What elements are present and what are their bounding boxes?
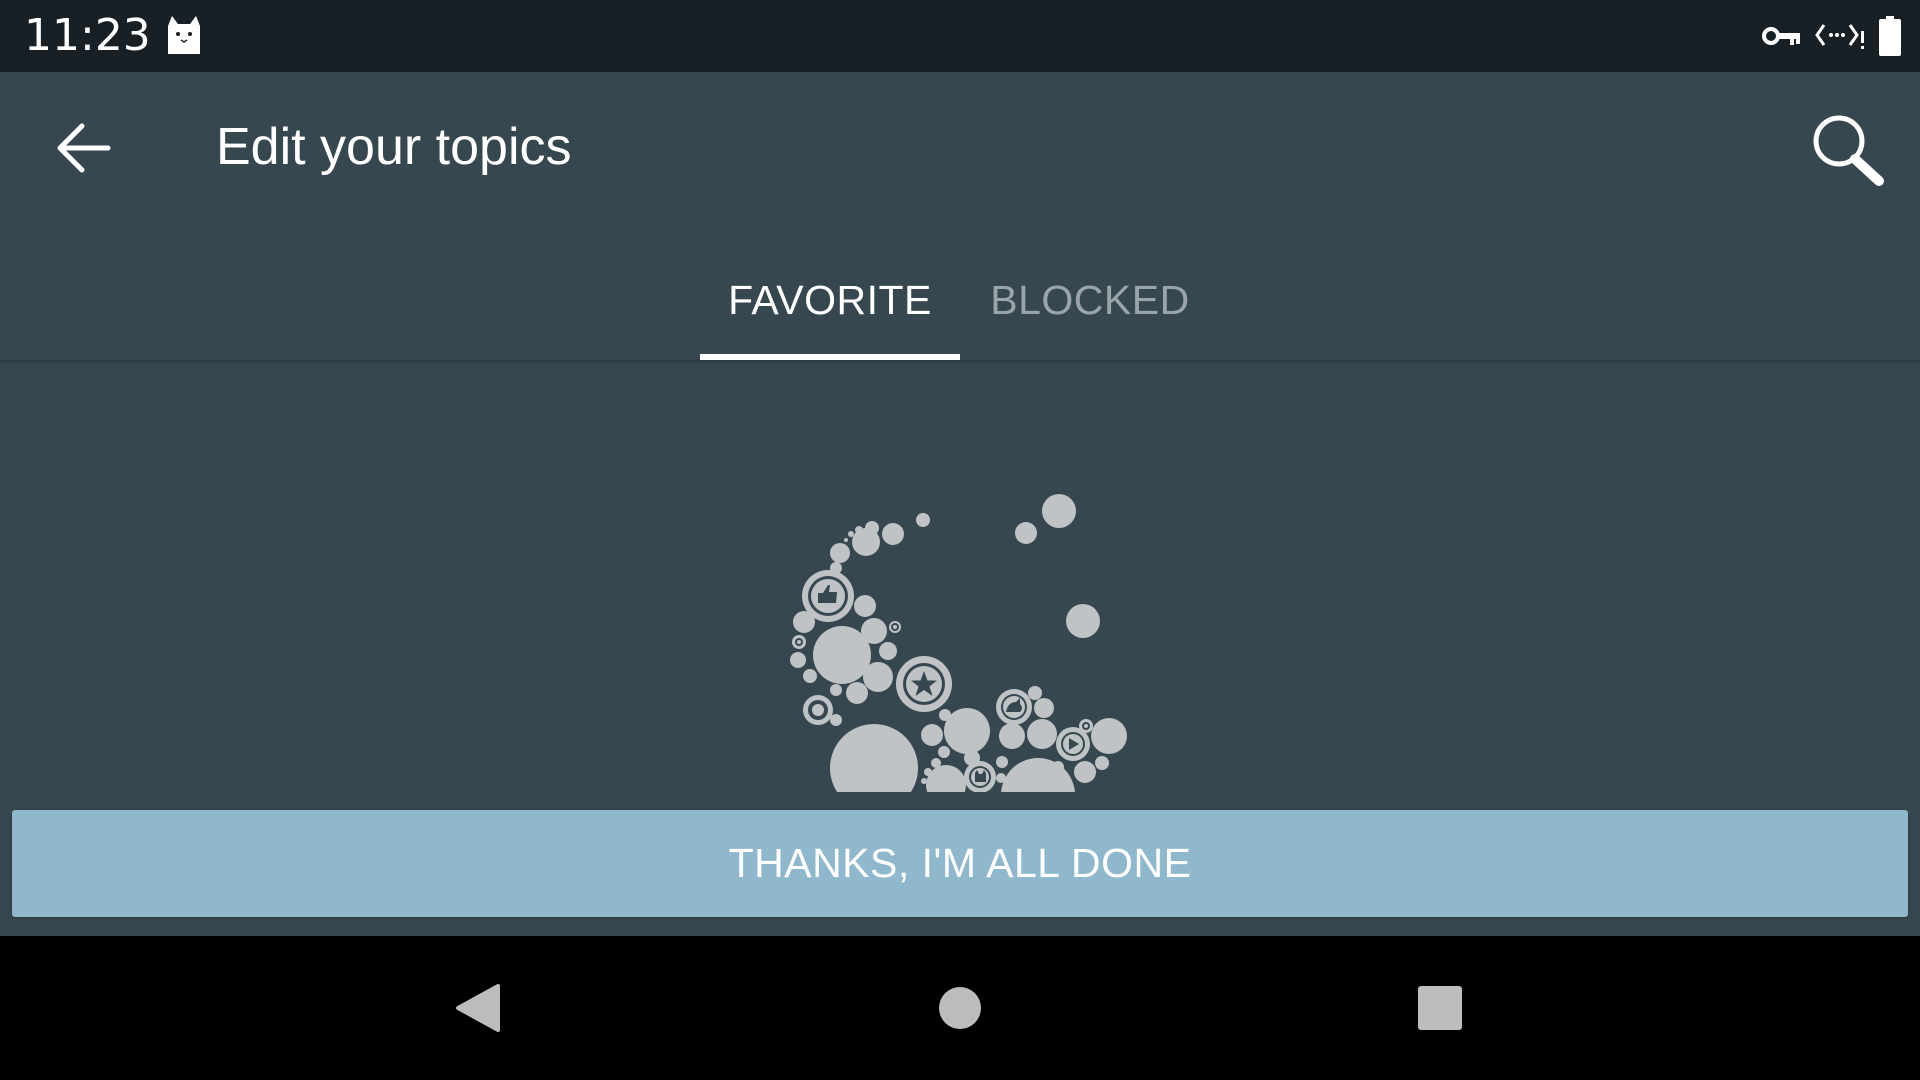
search-icon (1813, 115, 1884, 186)
data-saver-icon (1815, 24, 1864, 49)
tab-bar: FAVORITE BLOCKED (0, 240, 1920, 360)
search-button[interactable] (1802, 104, 1892, 194)
content-area: THANKS, I'M ALL DONE (0, 360, 1920, 936)
status-bar: 11:23 (0, 0, 1920, 72)
nav-home-button[interactable] (920, 968, 1000, 1048)
done-button[interactable]: THANKS, I'M ALL DONE (12, 810, 1908, 917)
status-icons (1762, 14, 1902, 58)
back-button[interactable] (48, 112, 120, 184)
status-time: 11:23 (24, 10, 151, 61)
nav-back-icon (456, 984, 500, 1032)
nav-recents-icon (1418, 986, 1462, 1030)
arrow-back-icon (57, 123, 111, 173)
screen: 11:23 Edit your topics FAVORITE BLOCKED … (0, 0, 1920, 1080)
nav-bar (0, 936, 1920, 1080)
nav-back-button[interactable] (438, 968, 518, 1048)
page-title: Edit your topics (216, 118, 572, 176)
tab-blocked[interactable]: BLOCKED (960, 240, 1220, 360)
nav-recents-button[interactable] (1400, 968, 1480, 1048)
topic-bubbles-illustration (790, 494, 1127, 792)
vpn-key-icon (1762, 27, 1800, 45)
battery-icon (1879, 16, 1901, 56)
cat-notification-icon (168, 16, 200, 54)
tab-indicator (700, 354, 960, 360)
nav-home-icon (939, 987, 981, 1029)
tab-favorite[interactable]: FAVORITE (700, 240, 960, 360)
